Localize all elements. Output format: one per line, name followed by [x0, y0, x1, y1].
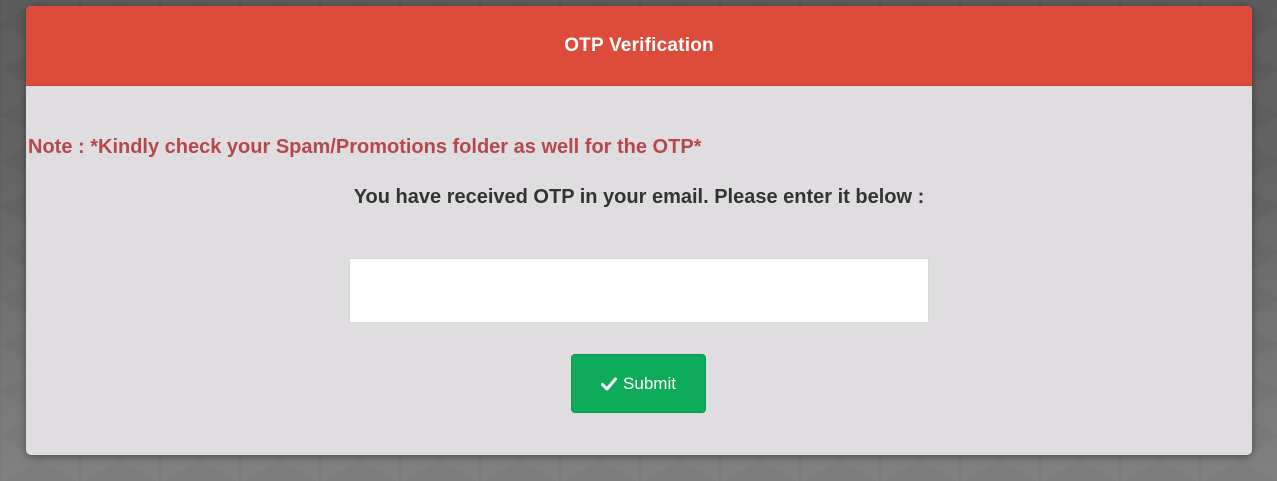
otp-input[interactable]	[349, 258, 929, 323]
submit-button[interactable]: Submit	[571, 354, 706, 413]
otp-instruction: You have received OTP in your email. Ple…	[353, 186, 925, 208]
spam-folder-note: Note : *Kindly check your Spam/Promotion…	[28, 136, 702, 158]
modal-header: OTP Verification	[26, 6, 1252, 86]
otp-verification-modal: OTP Verification Note : *Kindly check yo…	[26, 6, 1252, 455]
check-icon	[601, 377, 618, 391]
submit-label: Submit	[623, 373, 676, 393]
modal-title: OTP Verification	[564, 34, 714, 56]
